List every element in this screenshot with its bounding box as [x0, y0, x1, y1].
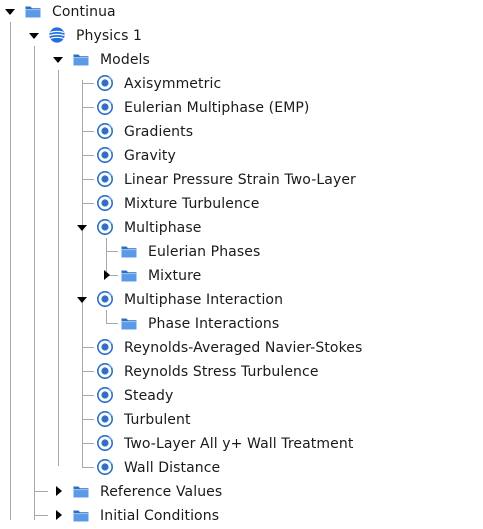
tree-guide-line	[82, 371, 94, 372]
model-icon	[96, 290, 114, 308]
tree-node-reference-values[interactable]: Reference Values	[100, 480, 222, 504]
tree-guide-line	[106, 251, 118, 252]
physics-continuum-icon	[48, 26, 66, 44]
tree-node-rans[interactable]: Reynolds-Averaged Navier-Stokes	[124, 336, 362, 360]
tree-guide-line	[82, 80, 83, 467]
expand-toggle-models[interactable]	[53, 55, 63, 65]
model-icon	[96, 74, 114, 92]
expand-toggle-mixture[interactable]	[102, 270, 112, 280]
tree-guide-line	[82, 203, 94, 204]
model-icon	[96, 362, 114, 380]
model-icon	[96, 458, 114, 476]
tree-guide-line	[34, 46, 35, 520]
tree-node-axisymmetric[interactable]: Axisymmetric	[124, 72, 221, 96]
expand-toggle-reference-values[interactable]	[54, 486, 64, 496]
tree-guide-line	[82, 107, 94, 108]
tree-node-eulerian-phases[interactable]: Eulerian Phases	[148, 240, 260, 264]
tree-guide-line	[82, 83, 94, 84]
tree-node-turbulent[interactable]: Turbulent	[124, 408, 191, 432]
model-icon	[96, 122, 114, 140]
tree-guide-line	[82, 443, 94, 444]
simulation-tree: Continua Physics 1 Models Axisymmetric E…	[0, 0, 483, 529]
tree-node-mixture[interactable]: Mixture	[148, 264, 201, 288]
expand-toggle-multiphase[interactable]	[77, 223, 87, 233]
model-icon	[96, 434, 114, 452]
tree-node-initial-conditions[interactable]: Initial Conditions	[100, 504, 219, 528]
tree-guide-line	[82, 395, 94, 396]
folder-icon	[72, 50, 90, 68]
tree-node-multiphase[interactable]: Multiphase	[124, 216, 201, 240]
tree-guide-line	[82, 131, 94, 132]
tree-node-eulerian-multiphase[interactable]: Eulerian Multiphase (EMP)	[124, 96, 309, 120]
tree-guide-line	[10, 22, 11, 520]
model-icon	[96, 338, 114, 356]
model-icon	[96, 194, 114, 212]
tree-guide-line	[82, 467, 94, 468]
tree-node-multiphase-interaction[interactable]: Multiphase Interaction	[124, 288, 283, 312]
tree-node-gravity[interactable]: Gravity	[124, 144, 176, 168]
tree-node-two-layer-wall-treatment[interactable]: Two-Layer All y+ Wall Treatment	[124, 432, 353, 456]
expand-toggle-continua[interactable]	[5, 7, 15, 17]
tree-guide-line	[58, 70, 59, 466]
model-icon	[96, 146, 114, 164]
tree-node-linear-pressure-strain[interactable]: Linear Pressure Strain Two-Layer	[124, 168, 356, 192]
folder-icon	[120, 242, 138, 260]
tree-guide-line	[106, 323, 118, 324]
tree-guide-line	[82, 155, 94, 156]
expand-toggle-initial-conditions[interactable]	[54, 510, 64, 520]
model-icon	[96, 98, 114, 116]
tree-node-gradients[interactable]: Gradients	[124, 120, 193, 144]
expand-toggle-physics1[interactable]	[29, 31, 39, 41]
tree-guide-line	[34, 491, 48, 492]
tree-node-continua[interactable]: Continua	[52, 0, 116, 24]
tree-node-mixture-turbulence[interactable]: Mixture Turbulence	[124, 192, 259, 216]
folder-icon	[120, 266, 138, 284]
folder-icon	[120, 314, 138, 332]
model-icon	[96, 170, 114, 188]
tree-node-reynolds-stress-turbulence[interactable]: Reynolds Stress Turbulence	[124, 360, 319, 384]
tree-guide-line	[106, 310, 107, 323]
tree-guide-line	[82, 419, 94, 420]
tree-guide-line	[82, 347, 94, 348]
tree-node-phase-interactions[interactable]: Phase Interactions	[148, 312, 279, 336]
folder-icon	[24, 2, 42, 20]
folder-icon	[72, 482, 90, 500]
model-icon	[96, 410, 114, 428]
tree-node-physics1[interactable]: Physics 1	[76, 24, 142, 48]
tree-node-wall-distance[interactable]: Wall Distance	[124, 456, 220, 480]
tree-node-steady[interactable]: Steady	[124, 384, 173, 408]
expand-toggle-multiphase-interaction[interactable]	[77, 295, 87, 305]
model-icon	[96, 386, 114, 404]
tree-node-models[interactable]: Models	[100, 48, 150, 72]
folder-icon	[72, 506, 90, 524]
model-icon	[96, 218, 114, 236]
tree-guide-line	[34, 515, 48, 516]
tree-guide-line	[82, 179, 94, 180]
